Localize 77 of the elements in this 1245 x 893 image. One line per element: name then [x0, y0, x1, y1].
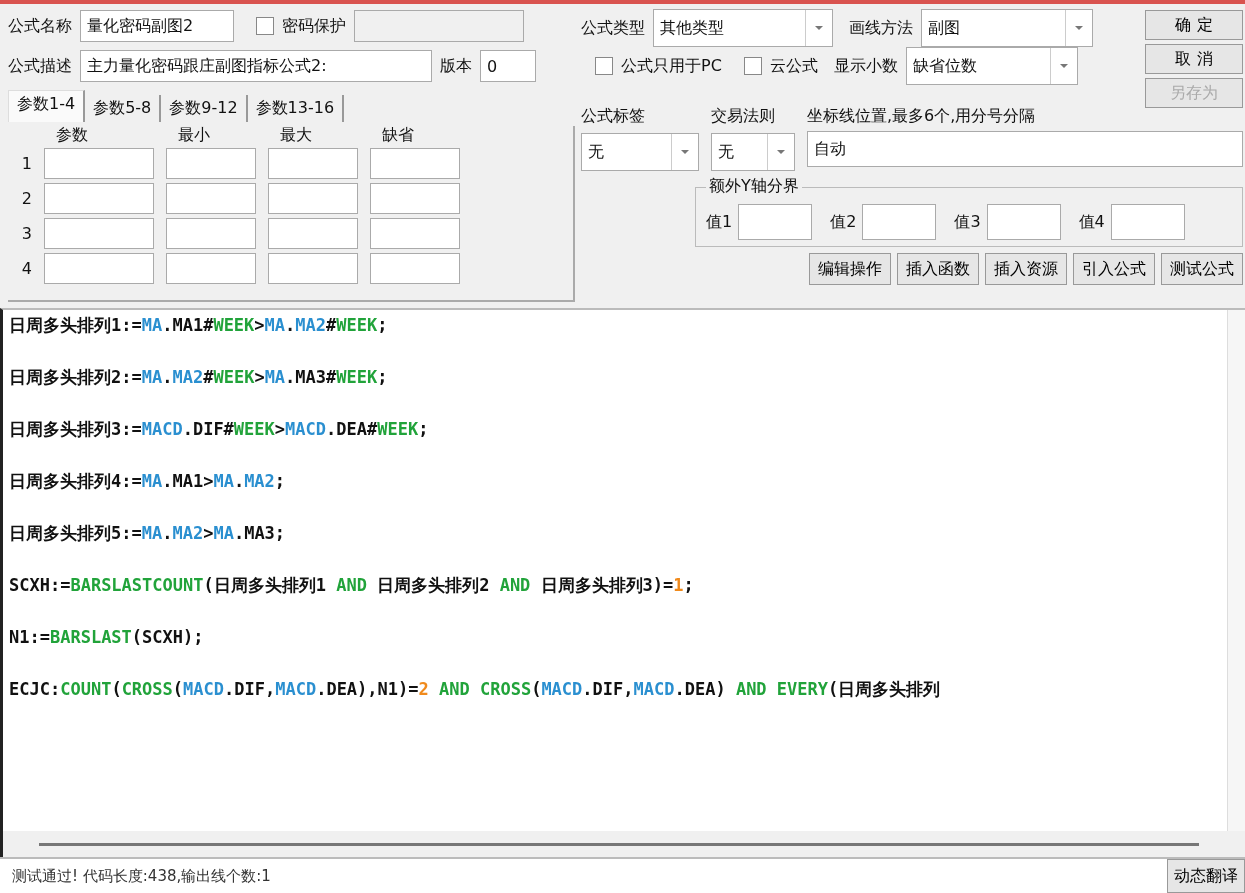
param-input[interactable]	[166, 218, 256, 249]
param-input[interactable]	[268, 183, 358, 214]
field-label: 显示小数	[833, 55, 898, 77]
dialog-button[interactable]: 确 定	[1145, 10, 1243, 40]
toolbar-button[interactable]: 编辑操作	[809, 253, 891, 285]
checkbox-label: 云公式	[769, 55, 818, 77]
param-input[interactable]	[268, 218, 358, 249]
group-title: 额外Y轴分界	[706, 176, 802, 197]
translate-button[interactable]: 动态翻译	[1167, 859, 1245, 893]
decimals-dropdown[interactable]: 缺省位数	[905, 47, 1078, 85]
status-text: 测试通过! 代码长度:438,输出线个数:1	[12, 866, 271, 886]
value-field[interactable]	[862, 204, 937, 240]
code-editor[interactable]	[0, 307, 1245, 832]
column-header: 参数	[55, 126, 89, 144]
rule-dropdown[interactable]: 无	[711, 133, 795, 171]
toolbar-button[interactable]: 引入公式	[1073, 253, 1155, 285]
field-label: 版本	[440, 55, 472, 77]
param-input[interactable]	[44, 148, 154, 179]
field-label: 值1	[706, 211, 733, 233]
param-input[interactable]	[268, 148, 358, 179]
field-label: 公式描述	[8, 55, 72, 77]
code-line: N1:=BARSLAST(SCXH);	[9, 625, 205, 649]
param-input[interactable]	[44, 183, 154, 214]
checkbox[interactable]	[595, 57, 613, 75]
param-input[interactable]	[370, 218, 460, 249]
row-number: 2	[20, 189, 32, 208]
name-field[interactable]: 量化密码副图2	[80, 10, 234, 42]
value-field[interactable]	[738, 204, 813, 240]
param-input[interactable]	[44, 218, 154, 249]
code-line: 日周多头排列2:=MA.MA2#WEEK>MA.MA3#WEEK;	[9, 365, 389, 389]
column-header: 最大	[279, 126, 313, 144]
draw-dropdown[interactable]: 副图	[921, 9, 1093, 47]
field-label: 坐标线位置,最多6个,用分号分隔	[807, 106, 1037, 127]
field-label: 公式标签	[581, 106, 646, 127]
code-line: 日周多头排列1:=MA.MA1#WEEK>MA.MA2#WEEK;	[9, 313, 389, 337]
field-label: 公式名称	[8, 15, 72, 37]
field-label: 值2	[830, 211, 857, 233]
field-label: 值3	[954, 211, 981, 233]
param-input[interactable]	[166, 148, 256, 179]
version-field[interactable]: 0	[480, 50, 536, 82]
code-line: 日周多头排列3:=MACD.DIF#WEEK>MACD.DEA#WEEK;	[9, 417, 430, 441]
vertical-scrollbar[interactable]	[1227, 309, 1245, 832]
value-field[interactable]	[1110, 204, 1185, 240]
param-input[interactable]	[268, 253, 358, 284]
axis-field[interactable]: 自动	[807, 131, 1243, 167]
field-label: 公式类型	[581, 17, 645, 39]
field-label: 画线方法	[849, 17, 913, 39]
toolbar-button[interactable]: 测试公式	[1161, 253, 1243, 285]
tag-dropdown[interactable]: 无	[581, 133, 699, 171]
field-label: 交易法则	[711, 106, 776, 127]
code-line: SCXH:=BARSLASTCOUNT(日周多头排列1 AND 日周多头排列2 AND 日周多头排列3)=1;	[9, 573, 695, 597]
field-label: 值4	[1078, 211, 1105, 233]
value-field[interactable]	[986, 204, 1061, 240]
param-input[interactable]	[166, 183, 256, 214]
toolbar-button[interactable]: 插入函数	[897, 253, 979, 285]
row-number: 3	[20, 224, 32, 243]
param-tab[interactable]: 参数1-4	[8, 90, 86, 122]
param-input[interactable]	[370, 183, 460, 214]
row-number: 4	[20, 259, 32, 278]
code-line: 日周多头排列5:=MA.MA2>MA.MA3;	[9, 521, 287, 545]
type-dropdown[interactable]: 其他类型	[653, 9, 833, 47]
param-input[interactable]	[370, 148, 460, 179]
checkbox[interactable]	[256, 17, 274, 35]
checkbox-label: 密码保护	[282, 15, 346, 37]
column-header: 缺省	[381, 126, 415, 144]
toolbar-button[interactable]: 插入资源	[985, 253, 1067, 285]
row-number: 1	[20, 154, 32, 173]
dialog-button[interactable]: 取 消	[1145, 44, 1243, 74]
param-input[interactable]	[370, 253, 460, 284]
description-field[interactable]: 主力量化密码跟庄副图指标公式2:	[80, 50, 432, 82]
checkbox-label: 公式只用于PC	[621, 55, 722, 77]
checkbox[interactable]	[743, 57, 762, 75]
code-line: 日周多头排列4:=MA.MA1>MA.MA2;	[9, 469, 287, 493]
column-header: 最小	[177, 126, 211, 144]
param-input[interactable]	[166, 253, 256, 284]
param-input[interactable]	[44, 253, 154, 284]
code-line: ECJC:COUNT(CROSS(MACD.DIF,MACD.DEA),N1)=2 AND CROSS(MACD.DIF,MACD.DEA) AND EVERY(日周多头排列	[9, 677, 942, 701]
